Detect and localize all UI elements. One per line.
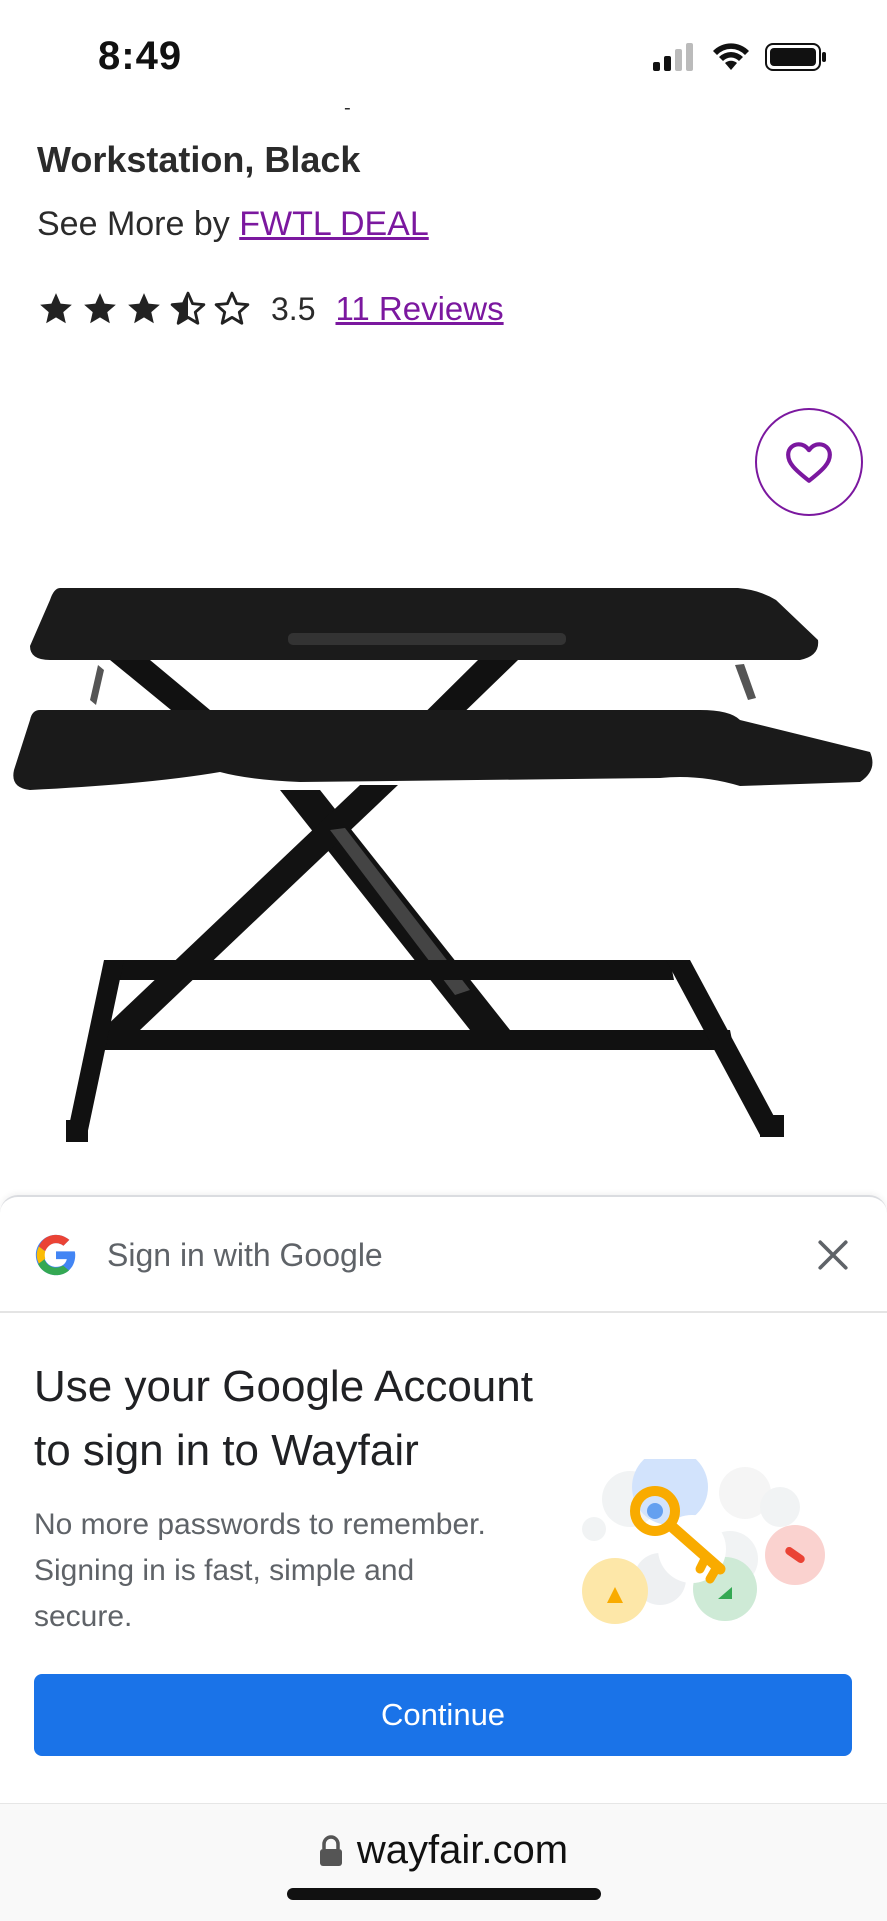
rating-stars (37, 290, 251, 328)
continue-button[interactable]: Continue (34, 1674, 852, 1756)
home-indicator[interactable] (287, 1888, 601, 1900)
see-more-by: See More by FWTL DEAL (37, 205, 429, 244)
desc-line3: secure. (34, 1600, 133, 1633)
heading-line2: to sign in to Wayfair (34, 1426, 419, 1475)
reviews-link[interactable]: 11 Reviews (335, 290, 503, 328)
close-icon (818, 1240, 848, 1270)
google-signin-sheet: Sign in with Google Use your Google Acco… (0, 1195, 887, 1807)
see-more-prefix: See More by (37, 205, 230, 243)
heart-icon (786, 442, 832, 483)
favorite-button[interactable] (755, 408, 863, 516)
product-image[interactable] (0, 560, 887, 1160)
wifi-icon (713, 43, 749, 70)
star-icon (40, 293, 72, 324)
star-empty-icon (214, 291, 250, 325)
close-button[interactable] (809, 1231, 857, 1279)
heading-line1: Use your Google Account (34, 1362, 533, 1411)
star-icon (128, 293, 160, 324)
google-signin-header: Sign in with Google (0, 1197, 887, 1313)
status-bar: 8:49 (0, 0, 887, 108)
google-signin-description: No more passwords to remember. Signing i… (34, 1502, 574, 1640)
desc-line2: Signing in is fast, simple and (34, 1554, 415, 1587)
lock-icon (319, 1834, 342, 1866)
product-title-line2: Workstation, Black (37, 139, 361, 180)
key-illustration-icon (582, 1459, 825, 1624)
rating-row: 3.5 11 Reviews (37, 290, 504, 328)
signal-icon (653, 43, 693, 71)
google-logo-icon (35, 1234, 76, 1276)
url-text: wayfair.com (356, 1828, 569, 1872)
status-time: 8:49 (98, 34, 183, 78)
rating-value: 3.5 (271, 290, 316, 327)
star-half-icon (170, 291, 206, 325)
url-display[interactable]: wayfair.com (0, 1828, 887, 1873)
status-icons (653, 42, 827, 72)
brand-link[interactable]: FWTL DEAL (239, 205, 429, 243)
google-signin-title: Sign in with Google (107, 1237, 383, 1273)
battery-icon (765, 43, 826, 71)
desc-line1: No more passwords to remember. (34, 1508, 486, 1541)
address-bar[interactable]: wayfair.com (0, 1803, 887, 1921)
star-icon (84, 293, 116, 324)
google-signin-heading: Use your Google Account to sign in to Wa… (34, 1355, 594, 1483)
